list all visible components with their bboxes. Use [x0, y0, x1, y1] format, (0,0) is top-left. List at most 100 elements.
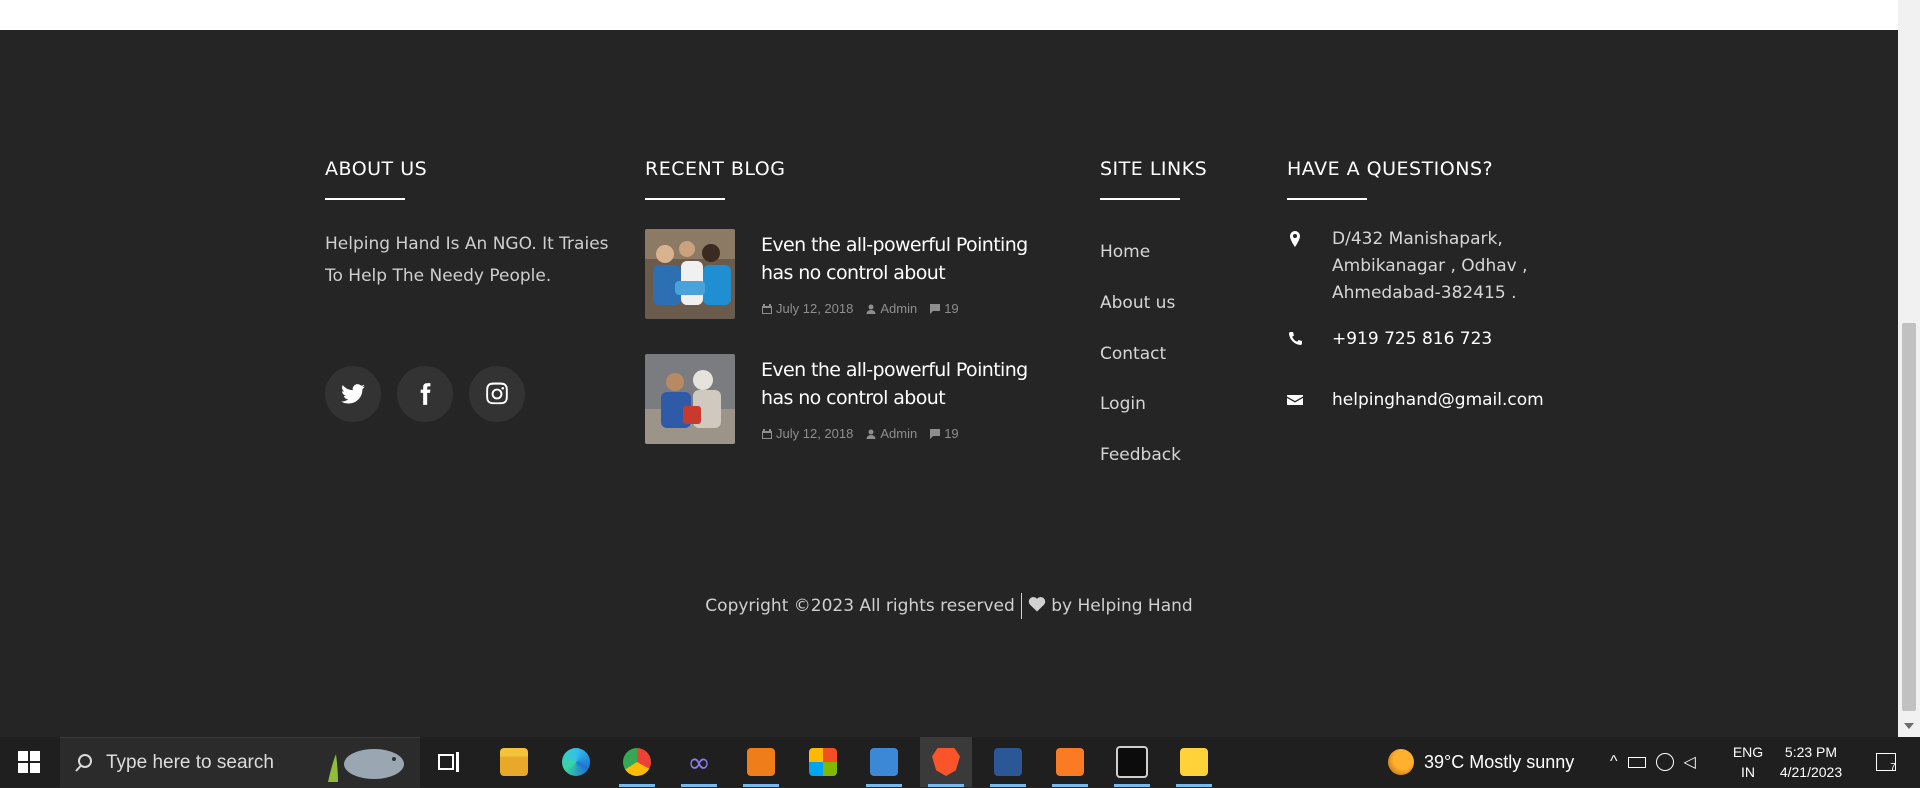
blog-item: Even the all-powerful Pointing has no co…: [645, 354, 1065, 446]
site-link-about[interactable]: About us: [1100, 293, 1175, 313]
word-icon: [994, 748, 1022, 776]
scrollbar-thumb[interactable]: [1902, 323, 1916, 711]
infinity-icon: ∞: [687, 745, 711, 779]
globe-network-icon[interactable]: [1655, 753, 1674, 771]
file-explorer-button[interactable]: [488, 737, 540, 787]
user-icon: [866, 304, 876, 314]
contact-phone-link[interactable]: +919 725 816 723: [1332, 326, 1562, 353]
brave-browser-button[interactable]: [920, 737, 972, 787]
facebook-button[interactable]: [397, 366, 453, 422]
task-view-icon: [438, 752, 459, 772]
contact-address: D/432 Manishapark, Ambikanagar , Odhav ,…: [1332, 229, 1528, 303]
blog-comments: 19: [929, 301, 959, 316]
brave-icon: [932, 748, 960, 776]
blog-date: July 12, 2018: [761, 426, 853, 441]
word-button[interactable]: [982, 737, 1034, 787]
weather-text: 39°C Mostly sunny: [1424, 751, 1575, 772]
remote-desktop-button[interactable]: [858, 737, 910, 787]
copyright-line: Copyright ©2023 All rights reserved by H…: [0, 593, 1898, 619]
terminal-icon: [1116, 746, 1148, 778]
blog-heading: RECENT BLOG: [645, 158, 786, 180]
task-view-button[interactable]: [424, 737, 476, 787]
infinity-app-button[interactable]: ∞: [673, 737, 725, 787]
contact-heading-rule: [1287, 198, 1367, 200]
store-icon: [809, 748, 837, 776]
comment-icon: [930, 303, 941, 314]
terminal-button[interactable]: [1106, 737, 1158, 787]
search-placeholder: Type here to search: [106, 752, 274, 773]
phone-icon: [1286, 330, 1304, 348]
twitter-icon: [341, 384, 365, 404]
twitter-button[interactable]: [325, 366, 381, 422]
xampp-button[interactable]: [1044, 737, 1096, 787]
edge-button[interactable]: [550, 737, 602, 787]
folder-icon: [500, 748, 528, 776]
copyright-divider: [1020, 593, 1022, 619]
blog-thumbnail-image[interactable]: [645, 229, 735, 319]
contact-email-link[interactable]: helpinghand@gmail.com: [1332, 387, 1562, 414]
xampp-icon: [1056, 748, 1084, 776]
weather-widget[interactable]: 39°C Mostly sunny: [1388, 737, 1574, 787]
copyright-author: by Helping Hand: [1051, 596, 1193, 616]
notification-center-button[interactable]: 7: [1866, 737, 1906, 787]
sticky-notes-icon: [1180, 748, 1208, 776]
blog-title-link[interactable]: Even the all-powerful Pointing has no co…: [761, 356, 1061, 412]
site-link-feedback[interactable]: Feedback: [1100, 445, 1181, 465]
instagram-icon: [486, 382, 508, 405]
about-text: Helping Hand Is An NGO. It Traies To Hel…: [325, 234, 609, 286]
search-icon: [75, 754, 92, 772]
start-button[interactable]: [0, 737, 58, 787]
region-code: IN: [1741, 764, 1755, 780]
calendar-icon: [762, 428, 772, 439]
instagram-button[interactable]: [469, 366, 525, 422]
site-links-heading-rule: [1100, 198, 1180, 200]
blog-comments: 19: [929, 426, 959, 441]
about-heading-rule: [325, 198, 405, 200]
clock-date: 4/21/2023: [1779, 764, 1843, 780]
manatee-illustration-icon: [328, 749, 404, 782]
user-icon: [866, 429, 876, 439]
clock[interactable]: 5:23 PM 4/21/2023: [1774, 737, 1848, 787]
page-scrollbar[interactable]: [1898, 0, 1920, 737]
site-link-home[interactable]: Home: [1100, 242, 1150, 262]
edge-icon: [562, 748, 590, 776]
blog-meta: July 12, 2018 Admin 19: [761, 301, 965, 316]
envelope-icon: [1286, 391, 1304, 409]
copyright-text: Copyright ©2023 All rights reserved: [705, 596, 1015, 616]
scroll-down-arrow-icon[interactable]: [1904, 723, 1914, 729]
page-top-strip: [0, 0, 1898, 30]
clock-time: 5:23 PM: [1784, 744, 1838, 760]
site-footer: ABOUT US Helping Hand Is An NGO. It Trai…: [0, 30, 1898, 737]
blog-heading-rule: [645, 198, 725, 200]
site-links-heading: SITE LINKS: [1100, 158, 1208, 180]
blog-meta: July 12, 2018 Admin 19: [761, 426, 965, 441]
heart-icon: [1028, 596, 1046, 617]
battery-icon[interactable]: [1627, 756, 1646, 768]
chrome-icon: [623, 748, 651, 776]
blog-item: Even the all-powerful Pointing has no co…: [645, 229, 1065, 321]
about-heading: ABOUT US: [325, 158, 428, 180]
language-code: ENG: [1732, 744, 1764, 760]
chrome-button[interactable]: [611, 737, 663, 787]
facebook-icon: [420, 383, 431, 405]
chevron-up-icon[interactable]: ^: [1610, 753, 1618, 771]
blog-title-link[interactable]: Even the all-powerful Pointing has no co…: [761, 231, 1061, 287]
map-marker-icon: [1286, 230, 1304, 248]
language-indicator[interactable]: ENG IN: [1730, 737, 1766, 787]
blog-author: Admin: [865, 301, 917, 316]
sublime-text-button[interactable]: [735, 737, 787, 787]
site-link-login[interactable]: Login: [1100, 394, 1146, 414]
speaker-icon[interactable]: ◁: [1684, 752, 1696, 772]
notification-icon: [1876, 753, 1897, 771]
comment-icon: [930, 428, 941, 439]
taskbar-search-box[interactable]: Type here to search: [60, 737, 420, 788]
calendar-icon: [762, 303, 772, 314]
blog-date: July 12, 2018: [761, 301, 853, 316]
microsoft-store-button[interactable]: [797, 737, 849, 787]
site-link-contact[interactable]: Contact: [1100, 344, 1166, 364]
weather-sun-icon: [1388, 749, 1414, 775]
sublime-text-icon: [747, 748, 775, 776]
windows-logo-icon: [18, 751, 40, 773]
sticky-notes-button[interactable]: [1168, 737, 1220, 787]
blog-thumbnail-image[interactable]: [645, 354, 735, 444]
